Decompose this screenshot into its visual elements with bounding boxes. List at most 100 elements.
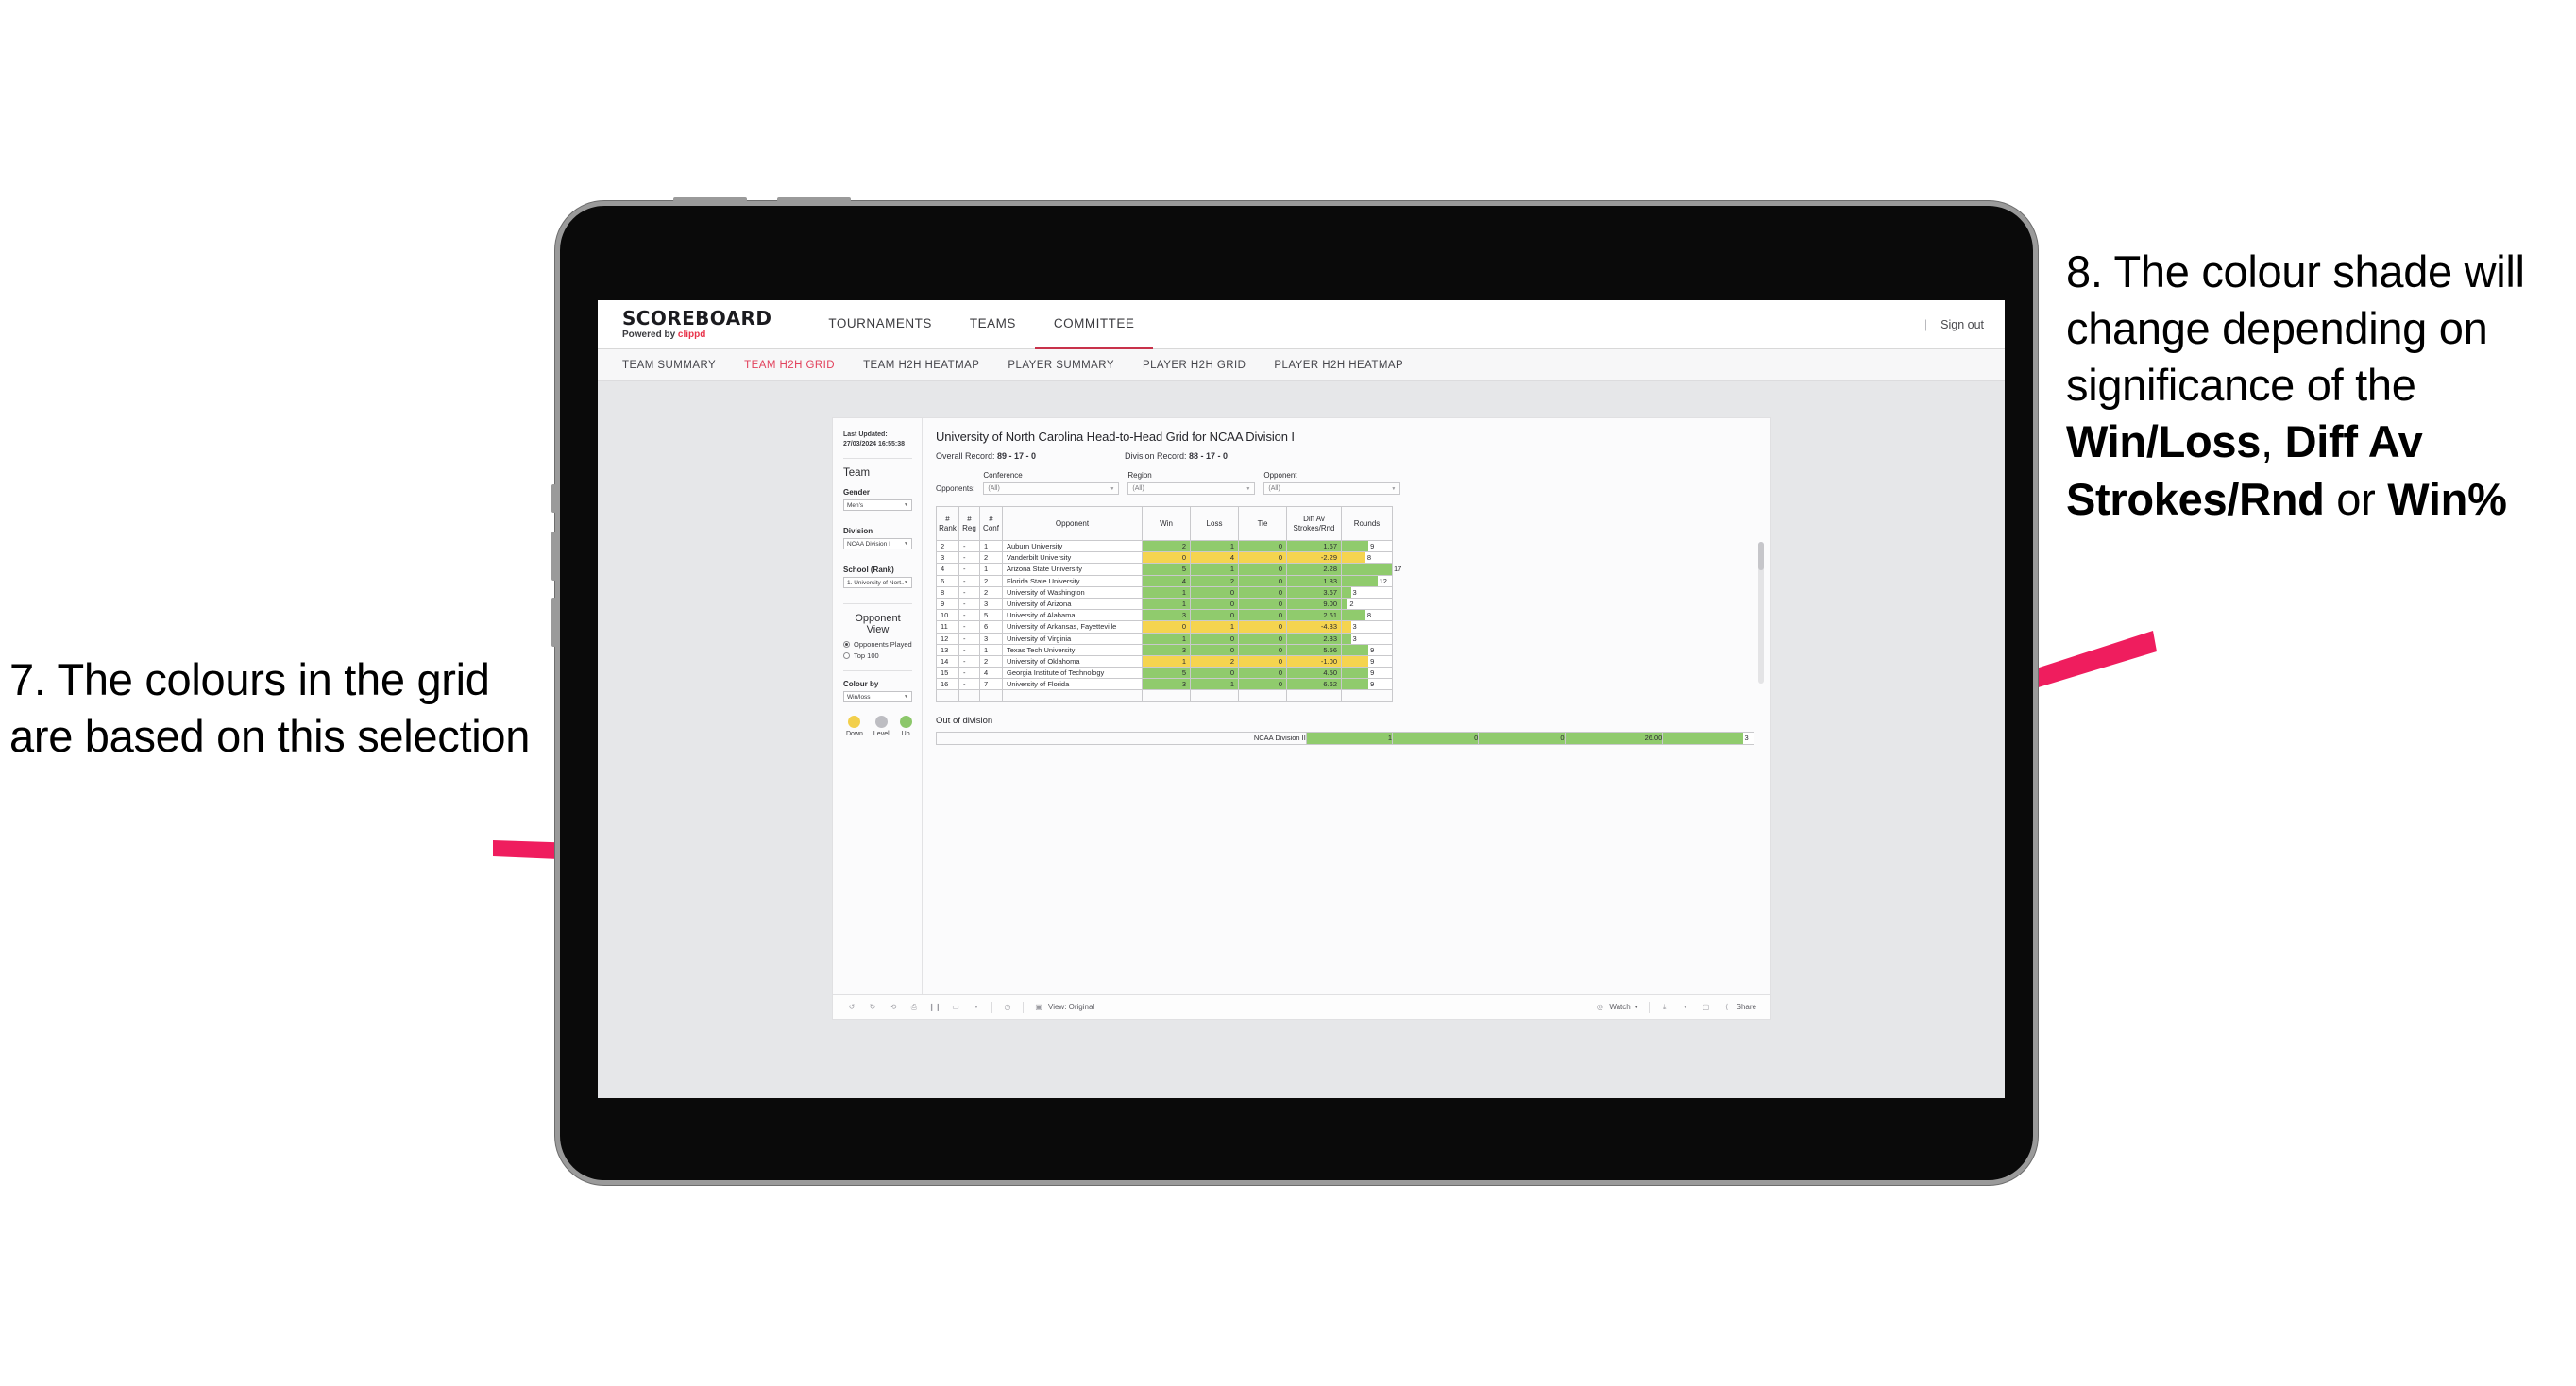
- sign-out-link[interactable]: Sign out: [1940, 318, 1984, 331]
- cell-loss: 2: [1190, 654, 1239, 668]
- alerts-icon[interactable]: ◷: [1002, 1002, 1013, 1013]
- pause-icon[interactable]: ❙❙: [928, 1002, 941, 1013]
- tab-player-h2h-heatmap[interactable]: PLAYER H2H HEATMAP: [1274, 360, 1403, 371]
- table-row[interactable]: 4-1 Arizona State University 5 1 0 2.28 17: [936, 563, 1401, 576]
- table-row[interactable]: 10-5 University of Alabama 3 0 0 2.61 8: [936, 609, 1393, 622]
- cell-loss: 1: [1190, 678, 1239, 691]
- revert-icon[interactable]: ⟲: [888, 1002, 899, 1013]
- col-win: Win: [1142, 506, 1191, 541]
- cell-rounds: 8: [1341, 551, 1393, 565]
- nav-item-tournaments[interactable]: TOURNAMENTS: [809, 300, 951, 349]
- spacer-cell: [1286, 689, 1342, 702]
- cell-conf: 2: [979, 585, 1003, 599]
- share-icon: ⟨: [1725, 1003, 1729, 1011]
- table-row[interactable]: 11-6 University of Arkansas, Fayetteville…: [936, 620, 1393, 634]
- tab-player-summary[interactable]: PLAYER SUMMARY: [1008, 360, 1114, 371]
- cell-reg: -: [958, 539, 980, 553]
- table-row[interactable]: 8-2 University of Washington 1 0 0 3.67 3: [936, 585, 1393, 599]
- redo-icon[interactable]: ↻: [867, 1002, 878, 1013]
- view-icon: ▣: [1035, 1003, 1042, 1011]
- table-row[interactable]: 15-4 Georgia Institute of Technology 5 0 0 4.…: [936, 667, 1393, 680]
- radio-top-100[interactable]: Top 100: [843, 651, 912, 660]
- table-scrollbar-thumb[interactable]: [1758, 542, 1764, 570]
- cell-diff-av-strokes: 2.28: [1286, 563, 1342, 576]
- refresh-icon[interactable]: ⎙: [908, 1002, 920, 1013]
- viz-toolbar: ↺ ↻ ⟲ ⎙ ❙❙ ▭ ▼ ◷ ▣ View: Original ◎ Watc…: [833, 994, 1770, 1019]
- select-colour-by[interactable]: Win/loss ▼: [843, 691, 912, 703]
- select-gender[interactable]: Men's ▼: [843, 499, 912, 512]
- radio-opponents-played[interactable]: Opponents Played: [843, 640, 912, 649]
- cell-opponent: Florida State University: [1002, 574, 1143, 587]
- table-row[interactable]: 2-1 Auburn University 2 1 0 1.67 9: [936, 539, 1393, 553]
- rounds-value: 3: [1352, 622, 1357, 632]
- rounds-value: 8: [1366, 553, 1372, 563]
- cell-rounds: 9: [1341, 539, 1393, 553]
- download-icon[interactable]: ⤓: [1659, 1002, 1670, 1013]
- tab-player-h2h-grid[interactable]: PLAYER H2H GRID: [1143, 360, 1246, 371]
- select-school-rank[interactable]: 1. University of Nort... ▼: [843, 577, 912, 589]
- screenshot-root: 7. The colours in the grid are based on …: [0, 0, 2576, 1386]
- header-separator: |: [1924, 317, 1928, 331]
- filter-region-label: Region: [1127, 471, 1152, 480]
- cell-win: 5: [1142, 667, 1191, 680]
- table-scrollbar[interactable]: [1758, 542, 1764, 684]
- share-button[interactable]: ⟨ Share: [1721, 1002, 1756, 1013]
- ood-tie: 0: [1478, 731, 1566, 745]
- filter-opponent-select[interactable]: (All) ▼: [1263, 482, 1401, 495]
- division-record: Division Record: 88 - 17 - 0: [1125, 451, 1228, 461]
- table-row[interactable]: 3-2 Vanderbilt University 0 4 0 -2.29 8: [936, 551, 1393, 565]
- rounds-value: 9: [1370, 645, 1375, 654]
- ood-opponent: NCAA Division II: [936, 731, 1307, 745]
- rounds-bar: [1342, 610, 1365, 621]
- cell-diff-av-strokes: -1.00: [1286, 654, 1342, 668]
- chevron-down-icon: ▼: [1246, 485, 1251, 492]
- label-gender: Gender: [843, 488, 871, 498]
- cell-rounds: 3: [1341, 620, 1393, 634]
- table-row[interactable]: 12-3 University of Virginia 1 0 0 2.33 3: [936, 632, 1393, 645]
- col-diff-line2: Strokes/Rnd: [1293, 523, 1335, 532]
- divider-2: [843, 603, 912, 605]
- cell-opponent: Auburn University: [1002, 539, 1143, 553]
- cell-reg: -: [958, 620, 980, 634]
- filter-opponent-value: (All): [1268, 485, 1280, 492]
- rectangle-select-icon[interactable]: ▭: [950, 1002, 961, 1013]
- rounds-bar: [1342, 633, 1351, 644]
- cell-diff-av-strokes: -4.33: [1286, 620, 1342, 634]
- watch-button[interactable]: ◎ Watch ▼: [1594, 1002, 1639, 1013]
- tab-team-summary[interactable]: TEAM SUMMARY: [622, 360, 716, 371]
- rounds-value: 17: [1394, 565, 1402, 574]
- chevron-down-icon[interactable]: ▼: [971, 1002, 982, 1013]
- filter-region-select[interactable]: (All) ▼: [1127, 482, 1256, 495]
- cell-rank: 4: [936, 563, 959, 576]
- nav-item-teams[interactable]: TEAMS: [951, 300, 1035, 349]
- cell-loss: 0: [1190, 585, 1239, 599]
- ood-win: 1: [1305, 731, 1394, 745]
- table-row[interactable]: 14-2 University of Oklahoma 1 2 0 -1.00 9: [936, 654, 1393, 668]
- tab-team-h2h-grid[interactable]: TEAM H2H GRID: [744, 360, 835, 371]
- tablet-button-volume-up: [551, 532, 556, 581]
- undo-icon[interactable]: ↺: [846, 1002, 857, 1013]
- cell-rounds: 17: [1341, 563, 1401, 576]
- annotation-8-mid2: or: [2324, 473, 2388, 524]
- ood-rounds-number-wrap: 3: [1745, 733, 1749, 744]
- tab-team-h2h-heatmap[interactable]: TEAM H2H HEATMAP: [863, 360, 979, 371]
- filter-conference-select[interactable]: (All) ▼: [983, 482, 1120, 495]
- view-original-button[interactable]: ▣ View: Original: [1033, 1002, 1094, 1013]
- col-rank-line1: #: [945, 515, 950, 524]
- table-row[interactable]: 13-1 Texas Tech University 3 0 0 5.56 9: [936, 643, 1393, 656]
- chevron-down-icon[interactable]: ▼: [1680, 1002, 1691, 1013]
- cell-opponent: University of Washington: [1002, 585, 1143, 599]
- table-row[interactable]: 6-2 Florida State University 4 2 0 1.83 12: [936, 574, 1393, 587]
- table-row[interactable]: 16-7 University of Florida 3 1 0 6.62 9: [936, 678, 1393, 691]
- cell-win: 0: [1142, 620, 1191, 634]
- cell-diff-av-strokes: 6.62: [1286, 678, 1342, 691]
- cell-diff-av-strokes: 2.33: [1286, 632, 1342, 645]
- cell-win: 3: [1142, 609, 1191, 622]
- nav-item-committee[interactable]: COMMITTEE: [1034, 300, 1154, 349]
- cell-loss: 1: [1190, 620, 1239, 634]
- table-row[interactable]: 9-3 University of Arizona 1 0 0 9.00 2: [936, 597, 1393, 611]
- viz-card: Last Updated: 27/03/2024 16:55:38 Team G…: [832, 417, 1771, 1020]
- select-division[interactable]: NCAA Division I ▼: [843, 538, 912, 550]
- viz-wrapper: Last Updated: 27/03/2024 16:55:38 Team G…: [598, 381, 2005, 1020]
- device-preview-icon[interactable]: ▢: [1701, 1002, 1712, 1013]
